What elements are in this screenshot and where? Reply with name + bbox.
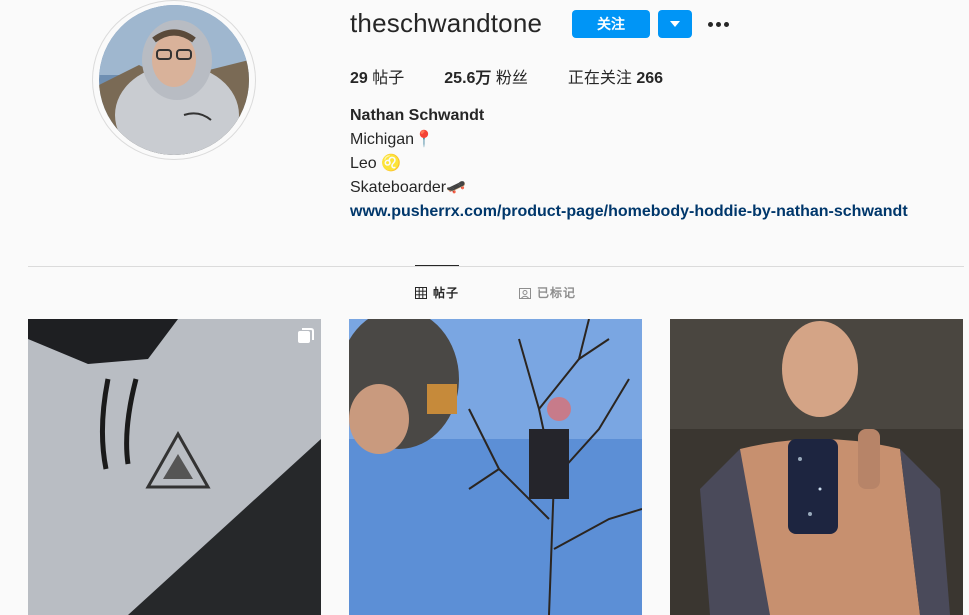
tab-tagged-label: 已标记 [537,286,577,300]
chevron-down-icon [670,21,680,27]
avatar[interactable] [99,5,249,155]
bio-line-location: Michigan📍 [350,131,434,148]
more-options-button[interactable] [706,12,730,36]
post-thumbnail-1[interactable] [28,319,321,615]
profile-full-name: Nathan Schwandt [350,107,485,124]
tagged-icon [519,287,531,299]
followers-label: 粉丝 [495,70,528,87]
profile-avatar-ring[interactable] [92,0,256,160]
post-image-hoodie [28,319,321,615]
profile-username: theschwandtone [350,8,543,38]
following-stat[interactable]: 正在关注 266 [568,64,663,88]
followers-count: 25.6万 [444,70,492,87]
tab-tagged[interactable]: 已标记 [519,284,576,301]
avatar-image [99,5,249,155]
suggested-accounts-dropdown-button[interactable] [658,10,692,38]
following-label: 正在关注 [567,70,632,87]
grid-icon [415,286,427,299]
posts-count-label: 帖子 [372,70,405,87]
posts-count-stat: 29 帖子 [350,64,404,88]
active-tab-indicator [415,265,459,266]
bio-line-hobby: Skateboarder🛹 [350,179,466,196]
tab-posts[interactable]: 帖子 [415,284,459,301]
post-thumbnail-2[interactable] [349,319,642,615]
post-image-selfie [670,319,963,615]
tabs-divider [28,266,964,267]
post-thumbnail-3[interactable] [670,319,963,615]
follow-button[interactable]: 关注 [572,10,650,38]
following-count: 266 [636,70,664,87]
multiple-photos-icon [298,328,314,343]
posts-count: 29 [350,70,368,87]
post-image-tree [349,319,642,615]
more-options-icon-dot [715,21,721,27]
profile-stats: 29 帖子 25.6万 粉丝 正在关注 266 [350,64,703,88]
more-options-icon-dot [723,21,729,27]
tab-posts-label: 帖子 [433,286,460,300]
bio-line-zodiac: Leo ♌️ [350,155,402,172]
bio-website-link[interactable]: www.pusherrx.com/product-page/homebody-h… [350,203,908,220]
followers-stat[interactable]: 25.6万 粉丝 [444,64,528,88]
profile-bio: Nathan Schwandt Michigan📍 Leo ♌️ Skatebo… [350,104,908,224]
more-options-icon [707,21,713,27]
